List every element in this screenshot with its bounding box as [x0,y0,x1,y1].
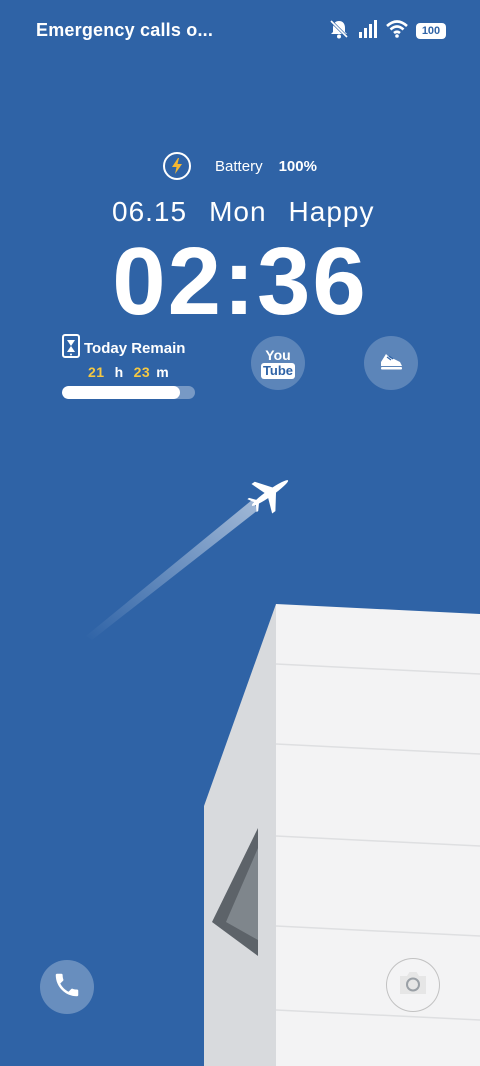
youtube-shortcut-button[interactable]: You Tube [251,336,305,390]
emergency-calls-status: Emergency calls o... [36,20,214,40]
date-display: 06.15 Mon Happy [112,196,374,228]
remain-time: 21 h 23 m [88,364,202,380]
battery-icon: 100 [416,23,446,39]
charging-bolt-icon [163,152,192,180]
wifi-icon [386,19,408,43]
signal-icon [358,19,378,43]
youtube-label-top: You [265,347,291,363]
remain-hours: 21 [88,364,105,380]
date-weekday: Mon [209,196,267,227]
mute-bell-icon [328,19,350,44]
youtube-label-bottom: Tube [260,363,296,379]
steps-shortcut-button[interactable] [364,336,418,390]
phone-icon [52,970,82,1005]
remain-minutes-unit: m [156,364,170,380]
building [204,604,480,1066]
shoe-icon [378,350,404,377]
remain-hours-unit: h [114,364,124,380]
remain-title: Today Remain [84,339,186,357]
phone-hourglass-icon [62,334,84,362]
clock-time: 02:36 [112,228,368,335]
battery-label: Battery [215,157,263,175]
phone-button[interactable] [40,960,94,1014]
youtube-icon: You Tube [260,347,296,379]
battery-info: Battery 100% [0,152,480,180]
greeting: Happy [288,196,375,227]
battery-value: 100% [278,157,317,175]
remain-progress-fill [62,386,181,399]
camera-button[interactable] [386,958,440,1012]
remain-progress-bar [62,386,195,399]
remain-header: Today Remain [62,334,202,362]
remain-minutes: 23 [133,364,151,380]
camera-icon [397,969,429,1002]
date-day: 06.15 [112,196,188,227]
contrail [86,500,258,640]
today-remain-widget[interactable]: Today Remain 21 h 23 m [62,334,202,399]
status-icons: 100 [328,19,446,44]
